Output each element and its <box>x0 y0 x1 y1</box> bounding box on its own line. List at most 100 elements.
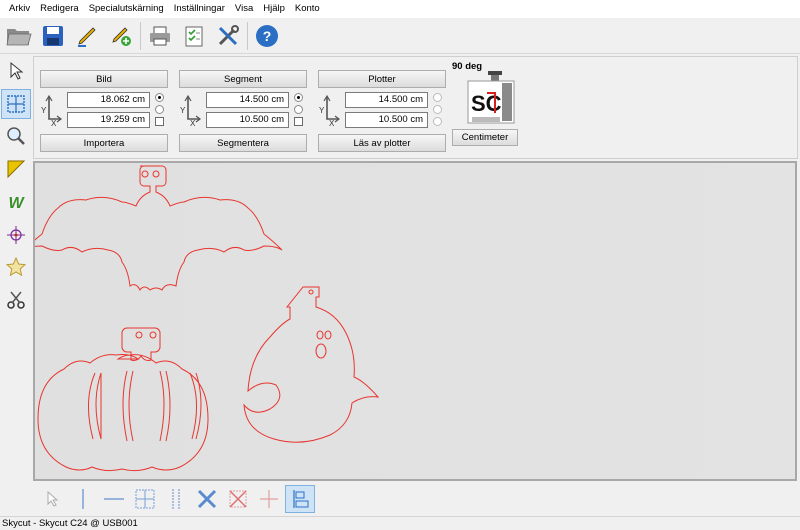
double-vertical-button[interactable] <box>161 485 191 513</box>
segment-radio-2[interactable] <box>294 105 303 114</box>
delete-box-button[interactable] <box>223 485 253 513</box>
help-button[interactable]: ? <box>250 20 284 52</box>
pen-edit-icon <box>78 26 96 47</box>
box-icon <box>135 489 155 509</box>
bild-checkbox[interactable] <box>155 117 164 126</box>
tools-icon <box>218 24 239 45</box>
checklist-icon <box>185 26 203 46</box>
xy-axis-icon: YX <box>180 94 201 127</box>
axis-x-label: X <box>329 119 335 127</box>
zoom-tool-button[interactable] <box>1 122 31 152</box>
menu-redigera[interactable]: Redigera <box>35 0 84 18</box>
device-logo-text: SC <box>471 91 502 116</box>
box-button[interactable] <box>130 485 160 513</box>
zoom-icon <box>7 127 25 146</box>
add-pen-button[interactable] <box>104 20 138 52</box>
segmentera-button[interactable]: Segmentera <box>179 134 307 152</box>
menu-hjalp[interactable]: Hjälp <box>258 0 290 18</box>
select-area-tool-button[interactable] <box>1 88 31 119</box>
menu-konto[interactable]: Konto <box>290 0 325 18</box>
crosshair-icon <box>7 225 25 244</box>
pen-add-icon <box>112 26 131 46</box>
plotter-device-icon[interactable]: SC <box>466 71 518 125</box>
bottom-toolbar <box>33 483 798 515</box>
xy-axis-icon: YX <box>319 94 340 127</box>
plotter-y-field[interactable]: 10.500 cm <box>345 112 428 128</box>
select-area-icon <box>7 94 25 113</box>
axis-x-label: X <box>190 119 196 127</box>
menu-bar: Arkiv Redigera Specialutskärning Inställ… <box>0 0 800 18</box>
plotter-radio-3[interactable] <box>433 117 442 126</box>
segment-radio-1[interactable] <box>294 93 303 102</box>
menu-specialutskarning[interactable]: Specialutskärning <box>84 0 169 18</box>
weed-icon: W <box>8 195 25 212</box>
printer-icon <box>150 26 170 45</box>
scissors-tool-button[interactable] <box>1 285 31 315</box>
bottom-pointer-button[interactable] <box>37 485 67 513</box>
cutting-canvas[interactable] <box>23 161 797 481</box>
star-icon <box>6 257 26 277</box>
bild-y-field[interactable]: 19.259 cm <box>67 112 150 128</box>
ruler-tool-button[interactable] <box>1 154 31 184</box>
menu-visa[interactable]: Visa <box>230 0 258 18</box>
double-vertical-icon <box>172 489 180 509</box>
pointer-icon <box>10 61 24 80</box>
scissors-icon <box>7 291 25 309</box>
bild-group: Bild YX 18.062 cm 19.259 cm Importera <box>38 69 170 154</box>
delete-x-button[interactable] <box>192 485 222 513</box>
align-button[interactable] <box>285 485 315 513</box>
edit-pen-button[interactable] <box>70 20 104 52</box>
horizontal-line-icon <box>104 498 124 500</box>
axis-x-label: X <box>51 119 57 127</box>
crosshair-line-button[interactable] <box>254 485 284 513</box>
help-icon: ? <box>256 24 278 47</box>
open-folder-button[interactable] <box>2 20 36 52</box>
crosshair-line-icon <box>260 490 278 508</box>
delete-x-icon <box>197 489 217 509</box>
svg-text:W: W <box>8 195 25 212</box>
vertical-line-icon <box>82 489 84 509</box>
plotter-header: Plotter <box>318 70 446 88</box>
pointer-icon <box>47 490 59 507</box>
left-toolbox: W <box>0 56 32 318</box>
bild-header: Bild <box>40 70 168 88</box>
checklist-button[interactable] <box>177 20 211 52</box>
print-button[interactable] <box>143 20 177 52</box>
toolbar-separator <box>247 21 248 50</box>
menu-arkiv[interactable]: Arkiv <box>4 0 35 18</box>
bild-radio-2[interactable] <box>155 105 164 114</box>
tools-button[interactable] <box>211 20 245 52</box>
horizontal-line-button[interactable] <box>99 485 129 513</box>
bild-radio-1[interactable] <box>155 93 164 102</box>
las-av-plotter-button[interactable]: Läs av plotter <box>318 134 446 152</box>
plotter-group: Plotter YX 14.500 cm 10.500 cm Läs av pl… <box>316 69 448 154</box>
ruler-icon <box>7 160 26 179</box>
status-bar: Skycut - Skycut C24 @ USB001 <box>0 516 800 529</box>
plotter-x-field[interactable]: 14.500 cm <box>345 92 428 108</box>
weed-tool-button[interactable]: W <box>1 187 31 217</box>
segment-y-field[interactable]: 10.500 cm <box>206 112 289 128</box>
vertical-line-button[interactable] <box>68 485 98 513</box>
main-toolbar: ? <box>0 18 800 54</box>
crosshair-tool-button[interactable] <box>1 220 31 250</box>
xy-axis-icon: YX <box>41 94 62 127</box>
segment-x-field[interactable]: 14.500 cm <box>206 92 289 108</box>
save-button[interactable] <box>36 20 70 52</box>
delete-box-icon <box>229 490 247 508</box>
importera-button[interactable]: Importera <box>40 134 168 152</box>
open-folder-icon <box>6 28 32 45</box>
segment-checkbox[interactable] <box>294 117 303 126</box>
axis-y-label: Y <box>319 106 325 115</box>
unit-centimeter-button[interactable]: Centimeter <box>452 129 518 146</box>
plotter-radio-1[interactable] <box>433 93 442 102</box>
menu-installningar[interactable]: Inställningar <box>169 0 230 18</box>
segment-group: Segment YX 14.500 cm 10.500 cm Segmenter… <box>177 69 309 154</box>
bild-x-field[interactable]: 18.062 cm <box>67 92 150 108</box>
toolbar-separator <box>140 21 141 50</box>
save-icon <box>43 25 63 46</box>
axis-y-label: Y <box>41 106 47 115</box>
star-tool-button[interactable] <box>1 253 31 283</box>
plotter-radio-2[interactable] <box>433 105 442 114</box>
align-icon <box>293 490 309 508</box>
pointer-tool-button[interactable] <box>1 56 31 86</box>
